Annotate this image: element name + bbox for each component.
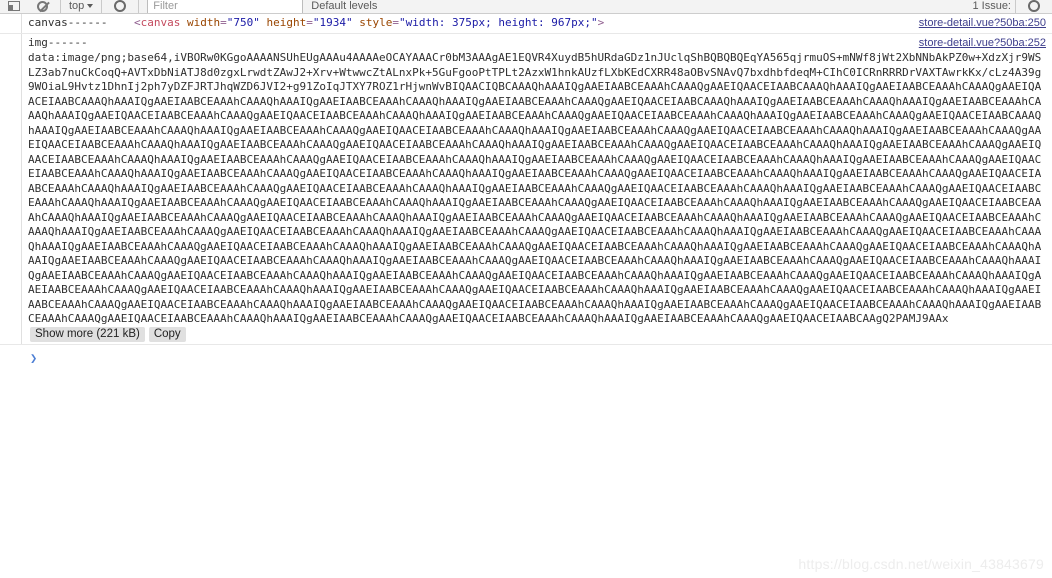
devtools-console-toolbar: top Filter Default levels 1 Issue: [0,0,1052,14]
attr-value-style: "width: 375px; height: 967px;" [398,16,598,29]
log-levels-label: Default levels [311,0,378,12]
log-label-img: img------ [28,35,88,49]
toolbar-right-group: 1 Issue: [972,0,1052,13]
message-body-canvas: canvas------ <canvas width="750" height=… [28,16,1046,31]
console-message-area[interactable]: store-detail.vue?50ba:250 canvas------ <… [0,14,1052,578]
filter-placeholder: Filter [153,0,178,12]
console-message-img[interactable]: store-detail.vue?50ba:252 img------ data… [0,33,1052,345]
attr-value-width: "750" [226,16,260,29]
attr-name-width: width [186,16,221,29]
canvas-node-markup: <canvas width="750" height="1934" style=… [134,16,604,29]
clear-console-icon [8,1,20,11]
canvas-tag-name: canvas [140,16,181,29]
base64-data-uri-text: data:image/png;base64,iVBORw0KGgoAAAANSU… [28,51,1042,325]
attr-eq-width: = [220,16,227,29]
console-settings-button[interactable] [107,0,133,13]
source-link-img[interactable]: store-detail.vue?50ba:252 [919,37,1046,49]
copy-button[interactable]: Copy [148,326,186,342]
chevron-down-icon [87,4,94,8]
attr-name-height: height [266,16,307,29]
attr-name-style: style [359,16,393,29]
open-angle-bracket: < [133,16,141,29]
no-entry-icon [36,0,48,12]
attr-eq-style: = [392,16,399,29]
toolbar-left-group: top Filter Default levels [0,0,381,13]
source-link-canvas[interactable]: store-detail.vue?50ba:250 [919,17,1046,29]
settings-button[interactable] [1021,0,1047,13]
toolbar-divider-1 [60,0,61,13]
message-gutter [0,33,22,344]
settings-icon [1028,0,1040,12]
log-label-canvas: canvas------ [28,16,108,29]
close-angle-bracket: > [597,16,605,29]
toolbar-divider-2 [101,0,103,13]
message-body-img: img------ [28,36,1046,51]
filter-input[interactable]: Filter [147,0,304,13]
context-selector-label: top [69,0,85,12]
console-prompt-row[interactable]: ❯ [0,344,1052,389]
attr-eq-height: = [306,16,313,29]
console-message-canvas[interactable]: store-detail.vue?50ba:250 canvas------ <… [0,14,1052,34]
show-more-button[interactable]: Show more (221 kB) [30,326,145,342]
no-entry-button[interactable] [29,0,55,13]
attr-value-height: "1934" [312,16,353,29]
toolbar-divider-3 [138,0,140,13]
message-gutter [0,14,22,33]
context-selector[interactable]: top [65,0,97,13]
toolbar-divider-4 [1015,0,1016,13]
clear-console-button[interactable] [1,0,27,13]
prompt-caret-icon: ❯ [30,350,38,365]
gear-icon [114,0,127,12]
issues-counter[interactable]: 1 Issue: [972,0,1011,12]
log-levels-selector[interactable]: Default levels [307,0,381,13]
